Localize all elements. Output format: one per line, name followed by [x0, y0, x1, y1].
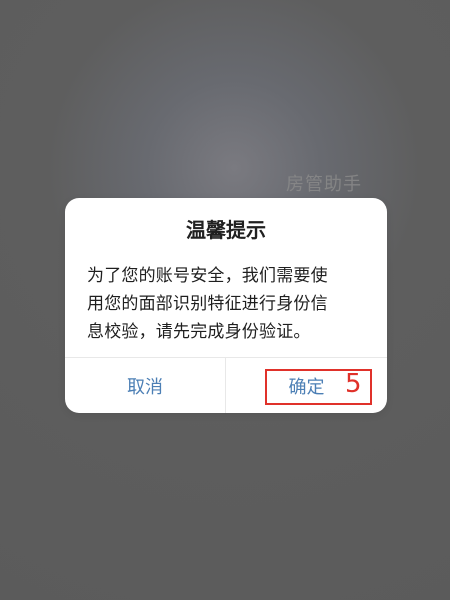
dialog-message-line-2: 用您的面部识别特征进行身份信 — [87, 294, 328, 314]
security-prompt-dialog: 温馨提示 为了您的账号安全，我们需要使 用您的面部识别特征进行身份信 息校验，请… — [65, 198, 387, 413]
step-number-label: 5 — [345, 369, 362, 399]
background-watermark-text: 房管助手 — [286, 174, 362, 195]
dialog-message-line-1: 为了您的账号安全，我们需要使 — [87, 266, 328, 286]
cancel-button[interactable]: 取消 — [65, 358, 225, 413]
dialog-message: 为了您的账号安全，我们需要使 用您的面部识别特征进行身份信 息校验，请先完成身份… — [87, 262, 367, 346]
cancel-button-label: 取消 — [127, 376, 163, 398]
dialog-message-line-3: 息校验，请先完成身份验证。 — [87, 322, 311, 342]
dialog-title: 温馨提示 — [186, 218, 266, 242]
